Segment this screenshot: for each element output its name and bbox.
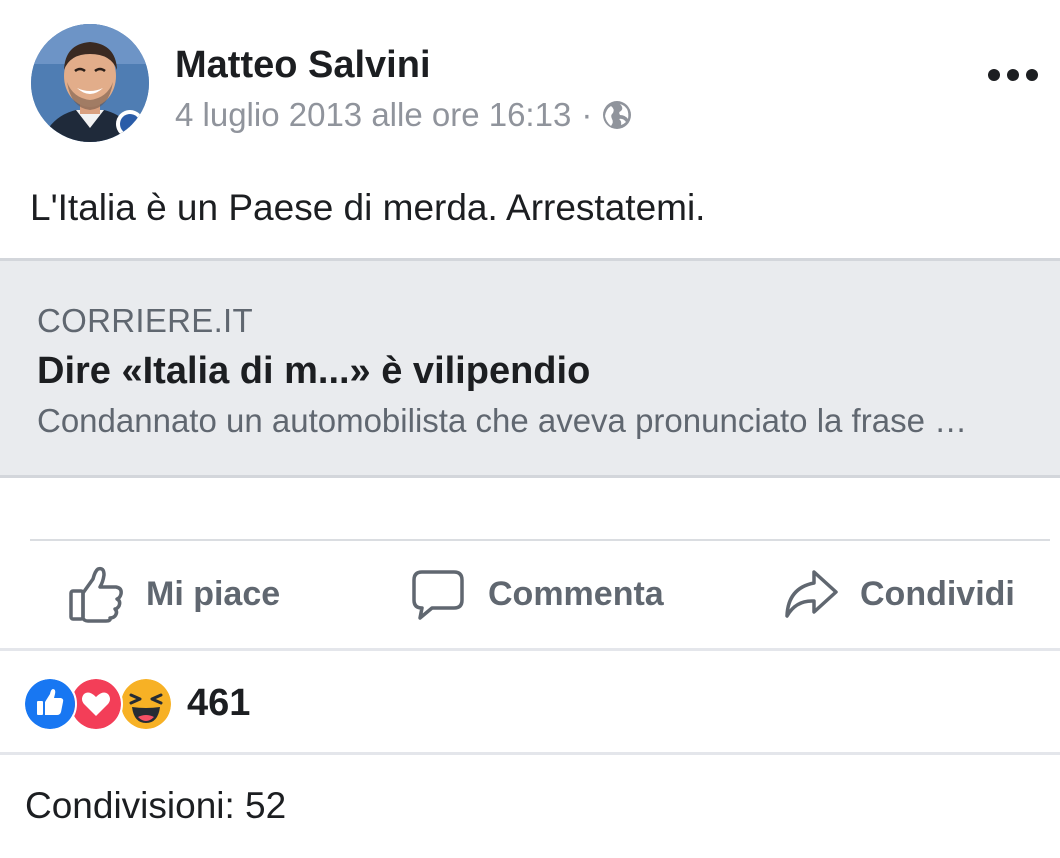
link-source: CORRIERE.IT bbox=[37, 302, 253, 339]
link-title: Dire «Italia di m...» è vilipendio bbox=[37, 350, 591, 392]
like-button[interactable]: Mi piace bbox=[68, 562, 280, 626]
thumbs-up-icon bbox=[69, 566, 123, 623]
author-avatar[interactable] bbox=[31, 24, 149, 142]
like-reaction-icon bbox=[23, 677, 77, 731]
post-timestamp[interactable]: 4 luglio 2013 alle ore 16:13 bbox=[175, 96, 571, 134]
divider bbox=[30, 539, 1050, 541]
divider bbox=[0, 648, 1060, 651]
post-text: L'Italia è un Paese di merda. Arrestatem… bbox=[30, 187, 706, 228]
globe-icon[interactable] bbox=[602, 100, 632, 130]
more-dots-icon bbox=[1026, 69, 1038, 81]
comment-label: Commenta bbox=[488, 574, 664, 613]
comment-button[interactable]: Commenta bbox=[410, 562, 664, 626]
love-reaction-icon bbox=[69, 677, 123, 731]
shares-count[interactable]: Condivisioni: 52 bbox=[25, 784, 286, 828]
reaction-count: 461 bbox=[187, 681, 251, 724]
more-options-button[interactable] bbox=[988, 58, 1038, 92]
share-button[interactable]: Condividi bbox=[784, 562, 1015, 626]
like-label: Mi piace bbox=[146, 574, 281, 613]
avatar-photo bbox=[31, 24, 149, 142]
share-arrow-icon bbox=[785, 570, 838, 618]
reactions-summary[interactable]: 461 bbox=[23, 676, 251, 731]
more-dots-icon bbox=[988, 69, 1000, 81]
meta-separator: · bbox=[581, 96, 593, 133]
reaction-icons bbox=[23, 676, 173, 731]
more-dots-icon bbox=[1007, 69, 1019, 81]
divider bbox=[0, 752, 1060, 755]
comment-bubble-icon bbox=[412, 570, 464, 620]
author-name[interactable]: Matteo Salvini bbox=[175, 42, 431, 88]
haha-reaction-icon bbox=[119, 677, 173, 731]
link-preview-card[interactable]: CORRIERE.IT Dire «Italia di m...» è vili… bbox=[0, 258, 1060, 478]
link-description: Condannato un automobilista che aveva pr… bbox=[37, 402, 968, 439]
share-label: Condividi bbox=[860, 574, 1015, 613]
post-meta: 4 luglio 2013 alle ore 16:13 · bbox=[175, 94, 632, 136]
